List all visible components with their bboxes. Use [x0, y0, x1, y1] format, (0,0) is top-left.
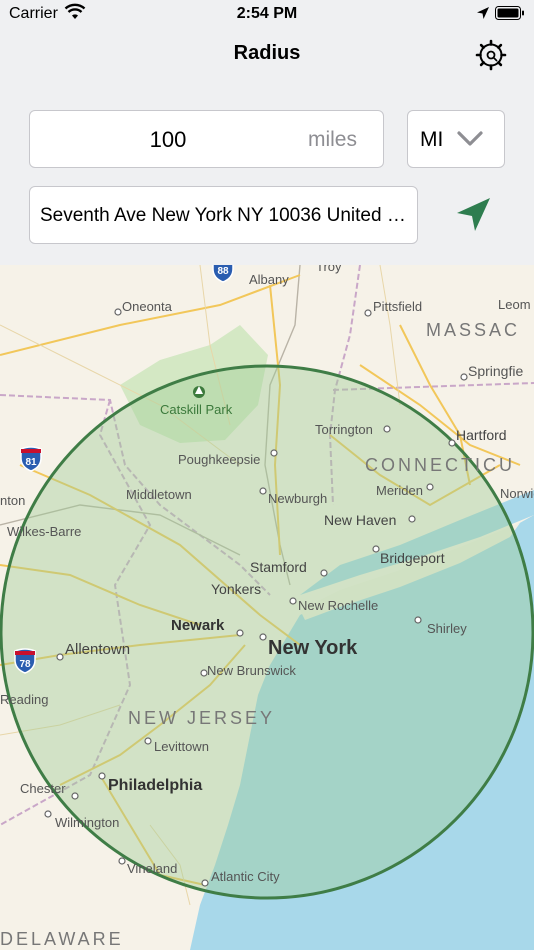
map-label-atlantic-city: Atlantic City	[211, 869, 280, 884]
map-label-leominster: Leom	[498, 297, 531, 312]
radius-value: 100	[149, 127, 187, 152]
location-arrow-icon	[457, 198, 490, 231]
chevron-down-icon	[456, 129, 484, 154]
map-label-norwich: Norwich	[500, 486, 534, 501]
map-label-springfield: Springfie	[468, 363, 524, 379]
map-label-new-rochelle: New Rochelle	[298, 598, 379, 613]
map-label-catskill-park: Catskill Park	[160, 402, 233, 417]
park-icon	[193, 386, 205, 398]
map-label-wilkes-barre: Wilkes-Barre	[7, 524, 82, 539]
map-label-albany: Albany	[249, 272, 289, 287]
map-label-torrington: Torrington	[315, 422, 373, 437]
map-label-massachusetts: MASSAC	[426, 320, 521, 340]
address-value: Seventh Ave New York NY 10036 United Sta…	[40, 205, 409, 226]
map-label-poughkeepsie: Poughkeepsie	[178, 452, 261, 467]
interstate-81-shield: 81	[19, 446, 43, 472]
map-canvas	[0, 265, 534, 950]
map-view[interactable]: Albany Troy Oneonta Pittsfield Leom MASS…	[0, 265, 534, 950]
map-label-new-york: New York	[268, 637, 358, 659]
map-label-oneonta: Oneonta	[122, 299, 172, 314]
status-bar: Carrier 2:54 PM	[0, 0, 534, 30]
control-panel: Radius 100 miles MI Seventh Ave New York…	[0, 30, 534, 265]
map-label-delaware: DELAWARE	[0, 929, 124, 949]
map-label-stamford: Stamford	[250, 559, 307, 575]
map-label-philadelphia: Philadelphia	[108, 777, 203, 794]
unit-dropdown[interactable]: MI	[407, 110, 505, 168]
map-label-chester: Chester	[20, 781, 66, 796]
map-label-levittown: Levittown	[154, 739, 209, 754]
gear-icon	[475, 39, 507, 71]
interstate-88-label: 88	[217, 266, 229, 277]
page-title: Radius	[233, 42, 301, 64]
map-label-meriden: Meriden	[376, 483, 423, 498]
settings-button[interactable]	[474, 38, 508, 72]
map-label-scranton: nton	[0, 493, 26, 508]
map-label-pittsfield: Pittsfield	[373, 299, 423, 314]
interstate-81-label: 81	[25, 457, 37, 468]
map-label-vineland: Vineland	[127, 861, 178, 876]
map-label-hartford: Hartford	[456, 427, 507, 443]
interstate-78-label: 78	[19, 659, 31, 670]
map-label-newark: Newark	[171, 617, 225, 634]
map-label-reading: Reading	[0, 692, 49, 707]
map-label-yonkers: Yonkers	[211, 581, 262, 597]
map-label-wilmington: Wilmington	[55, 815, 120, 830]
map-label-newburgh: Newburgh	[268, 491, 328, 506]
interstate-88-shield: 88	[211, 265, 235, 283]
interstate-78-shield: 78	[13, 648, 37, 674]
map-label-bridgeport: Bridgeport	[380, 550, 445, 566]
map-label-middletown: Middletown	[126, 487, 192, 502]
map-label-connecticut: CONNECTICU	[365, 455, 515, 475]
map-label-new-jersey: NEW JERSEY	[128, 708, 276, 728]
map-label-troy: Troy	[316, 265, 342, 274]
map-label-new-brunswick: New Brunswick	[207, 663, 296, 678]
radius-input[interactable]: 100 miles	[29, 110, 384, 168]
address-input[interactable]: Seventh Ave New York NY 10036 United Sta…	[29, 186, 418, 244]
current-location-button[interactable]	[448, 190, 498, 240]
radius-unit-suffix: miles	[307, 128, 357, 151]
map-label-allentown: Allentown	[65, 641, 131, 658]
map-label-new-haven: New Haven	[324, 512, 397, 528]
status-time: 2:54 PM	[236, 5, 298, 22]
battery-icon	[495, 6, 525, 25]
unit-selected-label: MI	[420, 128, 444, 151]
map-label-shirley: Shirley	[427, 621, 467, 636]
location-services-icon	[476, 6, 490, 25]
